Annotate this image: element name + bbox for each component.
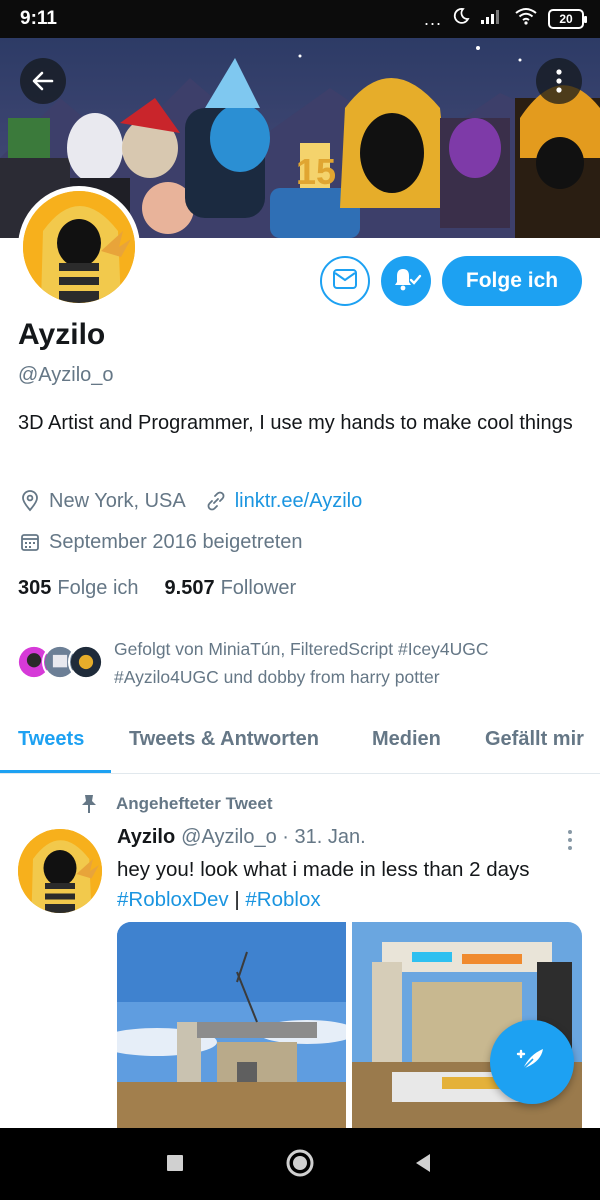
tweet-body: hey you! look what i made in less than 2… [117,855,587,915]
more-dot [568,846,572,850]
message-button[interactable] [320,256,370,306]
profile-name: Ayzilo [18,318,106,351]
calendar-icon [18,530,42,554]
more-options-button[interactable] [536,58,582,104]
profile-joined-date: September 2016 beigetreten [49,530,303,553]
wifi-icon [514,7,538,30]
tab-tweets-and-replies[interactable]: Tweets & Antworten [129,728,319,751]
followers-count: 9.507 [164,577,215,599]
profile-avatar[interactable] [18,186,140,308]
envelope-icon [332,268,358,295]
profile-tabs: Tweets Tweets & Antworten Medien Gefällt… [0,718,600,774]
tab-tweets[interactable]: Tweets [18,728,84,751]
follow-button[interactable]: Folge ich [442,256,582,306]
tweet-author-avatar[interactable] [18,829,102,913]
pinned-tweet-text: Angehefteter Tweet [116,794,273,813]
profile-counts: 305 Folge ich 9.507 Follower [18,577,296,600]
followed-by-avatars [16,644,104,680]
system-navigation-bar [0,1128,600,1200]
status-bar: 9:11 ... 20 [0,0,600,38]
profile-location: New York, USA [49,489,186,512]
tab-media[interactable]: Medien [372,728,441,751]
tweet-avatar-image [18,829,102,913]
follower-avatar [68,644,104,680]
following-label: Folge ich [57,577,139,599]
tweet-header: Ayzilo @Ayzilo_o · 31. Jan. [117,826,366,849]
signal-icon [480,7,504,30]
following-count-link[interactable]: 305 Folge ich [18,577,139,600]
profile-bio: 3D Artist and Programmer, I use my hands… [18,412,573,434]
status-time: 9:11 [20,8,57,29]
followed-by-text: Gefolgt von MiniaTún, FilteredScript #Ic… [114,639,489,687]
tweet-divider: | [234,888,240,911]
moon-icon [452,7,470,30]
more-vertical-icon [555,68,563,94]
home-button[interactable] [283,1148,317,1182]
circle-icon [285,1148,315,1183]
following-count: 305 [18,577,52,599]
followed-by-row[interactable]: Gefolgt von MiniaTún, FilteredScript #Ic… [16,636,554,691]
profile-location-row: New York, USA linktr.ee/Ayzilo [18,489,362,513]
media-image-1 [117,922,346,1132]
back-button[interactable] [20,58,66,104]
back-nav-button[interactable] [406,1148,440,1182]
bell-check-icon [390,266,422,297]
compose-tweet-button[interactable] [490,1020,574,1104]
triangle-back-icon [412,1152,434,1179]
pinned-tweet-label: Angehefteter Tweet [80,794,273,814]
tweet-media-image-1[interactable] [117,922,346,1132]
avatar-image [23,191,135,303]
more-dot [568,830,572,834]
tweet-date[interactable]: 31. Jan. [295,826,366,848]
followers-count-link[interactable]: 9.507 Follower [165,577,297,600]
more-dot [568,838,572,842]
recents-button[interactable] [158,1148,192,1182]
tweet-author-handle: @Ayzilo_o [181,826,277,848]
banner-cake-number: 15 [296,151,336,192]
location-pin-icon [18,489,42,513]
compose-feather-icon [515,1043,549,1082]
hashtag-robloxdev[interactable]: #RobloxDev [117,888,229,911]
tweet-separator: · [282,826,289,848]
square-icon [165,1153,185,1178]
profile-website-link[interactable]: linktr.ee/Ayzilo [235,490,362,513]
tweet-more-button[interactable] [560,828,580,852]
hashtag-roblox[interactable]: #Roblox [245,888,320,911]
link-icon [204,489,228,513]
profile-joined-row: September 2016 beigetreten [18,530,303,554]
tab-likes[interactable]: Gefällt mir [485,728,584,751]
pin-icon [80,794,98,814]
tweet-author-name[interactable]: Ayzilo [117,826,175,848]
status-icons: ... 20 [423,7,587,30]
profile-handle: @Ayzilo_o [18,364,114,386]
active-tab-indicator [0,770,111,773]
battery-indicator: 20 [548,8,587,29]
notifications-button[interactable] [381,256,431,306]
tweet-text: hey you! look what i made in less than 2… [117,858,530,881]
arrow-left-icon [30,68,56,94]
status-overflow-dots: ... [423,8,442,29]
followers-label: Follower [220,577,297,599]
